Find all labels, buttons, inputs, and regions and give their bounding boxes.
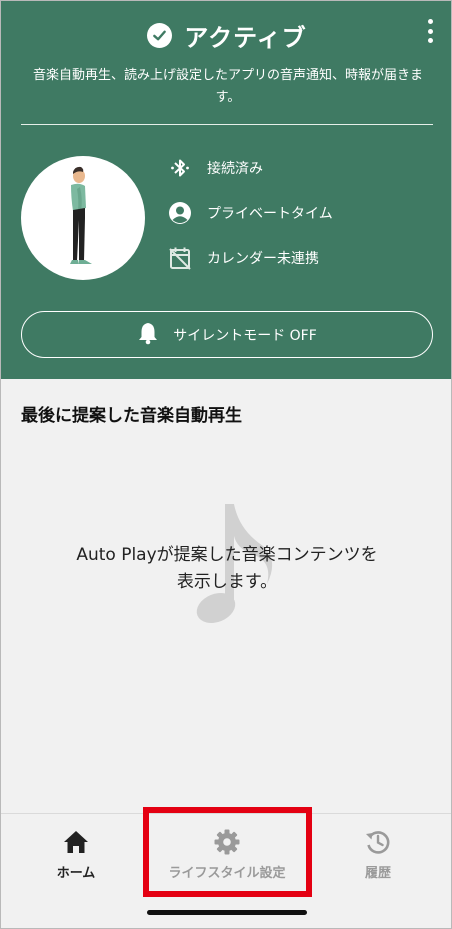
silent-mode-button[interactable]: サイレントモード OFF [21,311,433,358]
bluetooth-icon [167,155,193,181]
section-title: 最後に提案した音楽自動再生 [21,406,242,426]
status-row: アクティブ [1,17,451,53]
status-description: 音楽自動再生、読み上げ設定したアプリの音声通知、時報が届きます。 [32,68,423,105]
empty-state-line-2: 表示します。 [176,572,278,592]
private-time-label: プライベートタイム [207,205,333,222]
connection-info-list: 接続済み プライベートタイム カレンダー未連携 [167,156,333,291]
more-menu-icon[interactable] [425,19,435,43]
bell-icon [137,321,159,349]
empty-state: Auto Playが提案した音楽コンテンツを 表示します。 [1,496,451,636]
info-private-time: プライベートタイム [167,201,333,224]
status-title: アクティブ [184,23,307,52]
info-bluetooth: 接続済み [167,156,333,179]
calendar-off-icon [167,245,193,271]
user-figure-image [21,156,145,280]
calendar-status-label: カレンダー未連携 [207,250,319,267]
bluetooth-status-label: 接続済み [207,160,263,177]
history-icon [318,828,438,856]
highlight-annotation-box [143,807,312,897]
tab-history[interactable]: 履歴 [318,828,438,881]
tab-history-label: 履歴 [364,866,391,881]
status-header: アクティブ 音楽自動再生、読み上げ設定したアプリの音声通知、時報が届きます。 接… [1,1,451,379]
info-calendar: カレンダー未連携 [167,245,333,271]
empty-state-line-1: Auto Playが提案した音楽コンテンツを [76,545,378,565]
empty-state-text: Auto Playが提案した音楽コンテンツを 表示します。 [1,542,451,596]
home-icon [16,828,136,856]
check-circle-icon [147,22,173,48]
app-screen: アクティブ 音楽自動再生、読み上げ設定したアプリの音声通知、時報が届きます。 接… [0,0,452,929]
tab-home[interactable]: ホーム [16,828,136,881]
private-time-icon [167,200,193,226]
silent-mode-label: サイレントモード OFF [173,327,317,344]
home-indicator[interactable] [147,910,307,915]
tab-home-label: ホーム [56,866,96,881]
header-divider [21,124,433,125]
